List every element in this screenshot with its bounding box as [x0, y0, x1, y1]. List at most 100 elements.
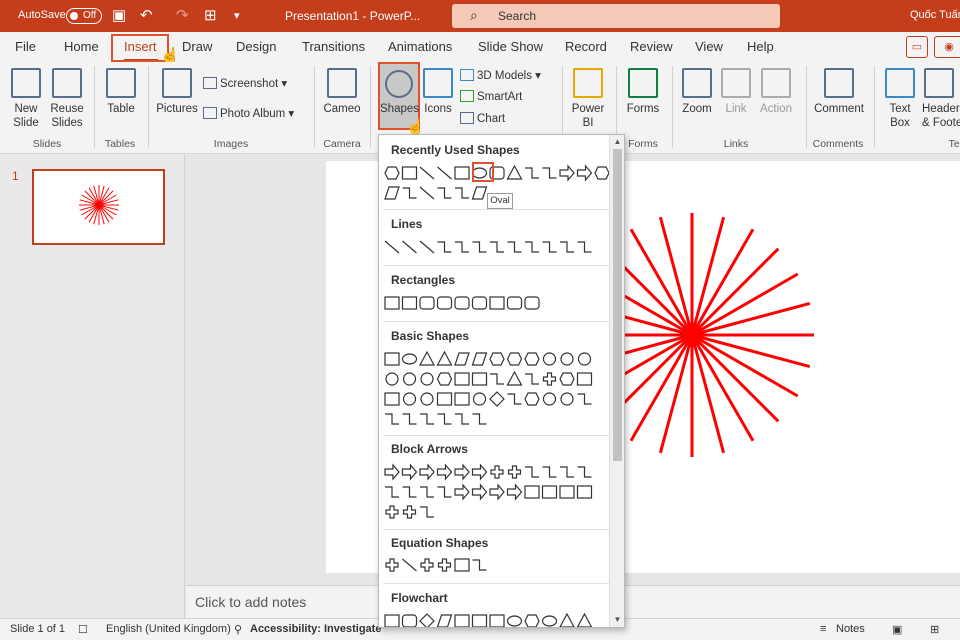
smartart-button[interactable]: SmartArt: [460, 90, 522, 103]
redo-icon[interactable]: ↷: [176, 6, 189, 24]
customize-qat-icon[interactable]: ▾: [234, 9, 240, 22]
power-bi-button[interactable]: Power BI: [568, 68, 608, 130]
save-icon[interactable]: ▣: [112, 6, 126, 24]
table-button[interactable]: Table: [103, 68, 139, 116]
shape-option: [454, 352, 470, 366]
block-arrows-row-2[interactable]: [381, 482, 609, 502]
basic-shapes-row-2[interactable]: [381, 369, 609, 389]
tab-animations[interactable]: Animations: [388, 39, 452, 54]
shape-option: [560, 392, 574, 406]
shape-option: [471, 186, 488, 200]
shape-option: [507, 393, 522, 405]
shape-option: [471, 614, 488, 627]
shape-option: [471, 352, 488, 366]
shape-option: [576, 485, 593, 499]
shape-option: [559, 612, 575, 627]
tab-file[interactable]: File: [15, 39, 36, 54]
text-box-button[interactable]: Text Box: [882, 68, 918, 130]
basic-shapes-row-3[interactable]: [381, 389, 609, 409]
link-icon: [721, 68, 751, 98]
oval-shape-highlight[interactable]: [472, 162, 494, 182]
shape-option: [454, 558, 470, 572]
search-box[interactable]: ⌕ Search: [452, 4, 780, 28]
comments-button[interactable]: ▭: [906, 36, 928, 58]
record-button[interactable]: ◉: [934, 36, 960, 58]
cameo-button[interactable]: Cameo: [322, 68, 362, 116]
chart-button[interactable]: Chart: [460, 112, 505, 125]
tab-view[interactable]: View: [695, 39, 723, 54]
shape-option: [506, 483, 523, 501]
lines-row[interactable]: [381, 237, 609, 257]
tab-review[interactable]: Review: [630, 39, 673, 54]
language-status[interactable]: English (United Kingdom): [106, 623, 231, 635]
shape-option: [402, 558, 417, 572]
tab-draw[interactable]: Draw: [182, 39, 212, 54]
dropdown-scrollbar[interactable]: ▲ ▼: [609, 135, 624, 627]
shape-option: [454, 372, 470, 386]
screenshot-button[interactable]: Screenshot ▾: [203, 76, 287, 90]
shape-option: [402, 240, 417, 254]
accessibility-icon[interactable]: ⚲: [234, 623, 242, 636]
icons-button[interactable]: Icons: [422, 68, 454, 116]
category-block-arrows: Block Arrows: [391, 442, 468, 456]
notes-button[interactable]: Notes: [836, 623, 865, 635]
action-button[interactable]: Action: [756, 68, 796, 116]
comment-button[interactable]: Comment: [812, 68, 866, 116]
scroll-down-icon[interactable]: ▼: [610, 613, 624, 627]
basic-shapes-row-1[interactable]: [381, 349, 609, 369]
presenter-icon[interactable]: ⊞: [204, 6, 217, 24]
3d-models-button[interactable]: 3D Models ▾: [460, 68, 541, 82]
shape-option: [471, 483, 488, 501]
autosave-toggle[interactable]: Off: [66, 8, 102, 24]
tab-home[interactable]: Home: [64, 39, 99, 54]
shape-option: [420, 413, 434, 425]
separator: [370, 66, 371, 148]
shape-option: [402, 392, 417, 406]
slide-thumbnail[interactable]: [32, 169, 165, 245]
scrollbar-thumb[interactable]: [613, 149, 622, 461]
equation-shapes-row[interactable]: [381, 555, 609, 575]
new-slide-button[interactable]: New Slide: [6, 68, 46, 130]
group-tables: Tables: [104, 138, 136, 150]
normal-view-icon[interactable]: ▣: [892, 623, 902, 636]
slide-sorter-icon[interactable]: ⊞: [930, 623, 939, 636]
recently-used-shapes-row-1[interactable]: [381, 163, 609, 183]
tab-help[interactable]: Help: [747, 39, 774, 54]
header-footer-button[interactable]: Header & Foote: [922, 68, 960, 130]
shape-option: [420, 486, 434, 498]
separator: [806, 66, 807, 148]
pictures-button[interactable]: Pictures: [155, 68, 199, 116]
block-arrows-row-1[interactable]: [381, 462, 609, 482]
block-arrows-row-3[interactable]: [381, 502, 609, 522]
shape-option: [471, 372, 488, 386]
accessibility-status[interactable]: Accessibility: Investigate: [250, 623, 381, 635]
tab-record[interactable]: Record: [565, 39, 607, 54]
category-basic-shapes: Basic Shapes: [391, 329, 470, 343]
reuse-slides-button[interactable]: Reuse Slides: [48, 68, 86, 130]
tab-slide-show[interactable]: Slide Show: [478, 39, 543, 54]
rectangles-row[interactable]: [381, 293, 609, 313]
photo-album-button[interactable]: Photo Album ▾: [203, 106, 294, 120]
tab-design[interactable]: Design: [236, 39, 276, 54]
tab-transitions[interactable]: Transitions: [302, 39, 365, 54]
zoom-button[interactable]: Zoom: [678, 68, 716, 116]
spellcheck-icon[interactable]: ☐: [78, 623, 88, 636]
flowchart-row[interactable]: [381, 611, 609, 627]
shape-option: [541, 615, 558, 627]
notes-icon[interactable]: ≡: [820, 623, 826, 635]
shape-option: [490, 465, 504, 479]
basic-shapes-row-4[interactable]: [381, 409, 609, 429]
separator: [148, 66, 149, 148]
user-name[interactable]: Quốc Tuấn: [910, 9, 960, 21]
zoom-icon: [682, 68, 712, 98]
shape-option: [402, 505, 417, 519]
group-links: Links: [723, 138, 749, 150]
shape-option: [576, 612, 593, 627]
link-button[interactable]: Link: [718, 68, 754, 116]
scroll-up-icon[interactable]: ▲: [610, 135, 624, 149]
shape-option: [384, 166, 400, 180]
forms-button[interactable]: Forms: [622, 68, 664, 116]
shape-option: [507, 241, 522, 253]
thumbnail-starburst: [79, 185, 119, 225]
undo-icon[interactable]: ↶: [140, 6, 153, 24]
